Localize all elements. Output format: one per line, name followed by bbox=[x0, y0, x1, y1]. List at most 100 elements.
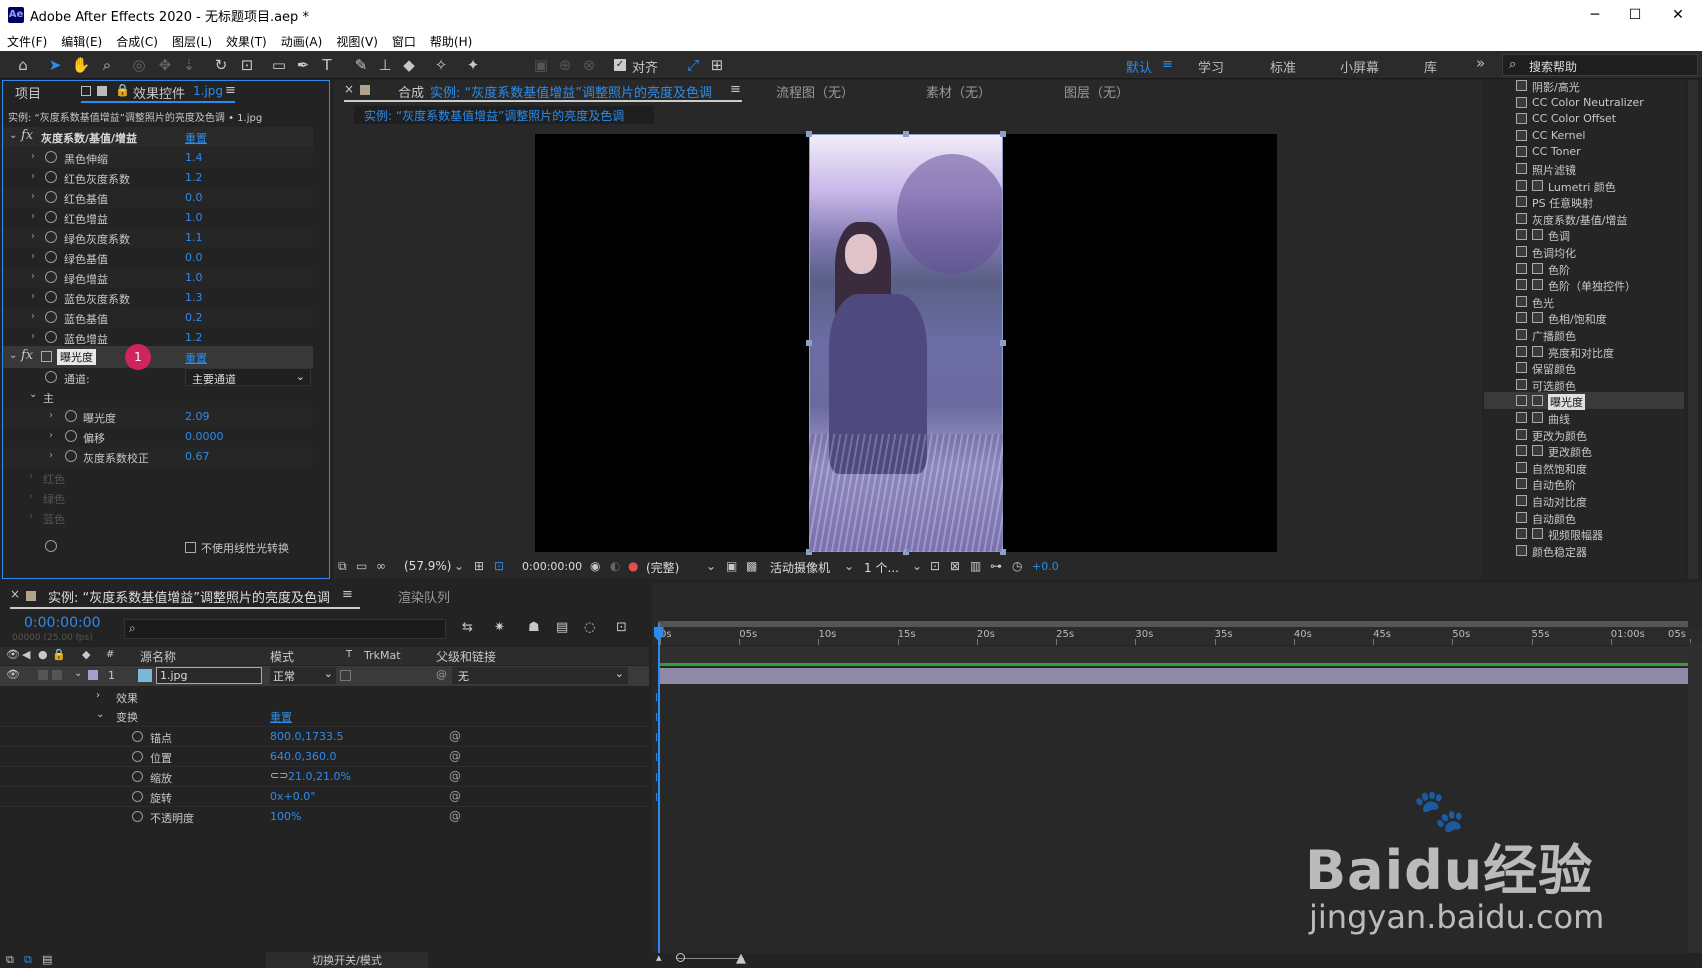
stopwatch-icon[interactable] bbox=[45, 540, 57, 552]
workspace-library[interactable]: 库 bbox=[1424, 57, 1437, 76]
stopwatch-icon[interactable] bbox=[132, 771, 143, 782]
selection-tool-icon[interactable]: ➤ bbox=[44, 55, 66, 75]
parent-dropdown[interactable]: 无 ⌄ bbox=[452, 667, 628, 684]
effect-list-item[interactable]: 可选颜色 bbox=[1484, 376, 1684, 393]
brush-tool-icon[interactable]: ✎ bbox=[350, 55, 372, 75]
stopwatch-icon[interactable] bbox=[45, 171, 57, 183]
effect-list-item[interactable]: CC Toner bbox=[1484, 143, 1684, 160]
param-value[interactable]: 1.4 bbox=[185, 151, 203, 164]
comp-viewer[interactable]: ⊕ bbox=[535, 131, 1277, 555]
param-value[interactable]: 1.0 bbox=[185, 271, 203, 284]
stopwatch-icon[interactable] bbox=[65, 450, 77, 462]
param-value[interactable]: 1.3 bbox=[185, 291, 203, 304]
mask-visibility-icon[interactable]: ∞ bbox=[376, 559, 386, 573]
tab-flowchart[interactable]: 流程图（无） bbox=[776, 82, 854, 101]
expand-arrow-icon[interactable]: › bbox=[96, 690, 100, 701]
time-ruler[interactable]: 0s 05s 10s 15s 20s 25s 30s 35s 40s 45s 50s 55s 01:00… bbox=[652, 627, 1702, 645]
snapshot-icon[interactable]: ◉ bbox=[590, 559, 600, 573]
menu-view[interactable]: 视图(V) bbox=[329, 30, 385, 50]
zoom-slider-thumb[interactable] bbox=[676, 953, 685, 962]
tab-project[interactable]: 项目 bbox=[15, 83, 41, 102]
effect-list-item[interactable]: 色调均化 bbox=[1484, 243, 1684, 260]
workspace-standard[interactable]: 标准 bbox=[1270, 57, 1296, 76]
tab-effect-controls[interactable]: 效果控件 bbox=[133, 83, 185, 102]
toggle-transfer-icon[interactable]: ⧉ bbox=[24, 953, 32, 967]
param-value[interactable]: 0.0000 bbox=[185, 430, 224, 443]
prop-value[interactable]: 100% bbox=[270, 810, 301, 823]
panel-menu-icon[interactable]: ≡ bbox=[730, 82, 741, 97]
pickwhip-icon[interactable]: @ bbox=[436, 668, 447, 681]
transform-handle[interactable] bbox=[903, 131, 909, 137]
help-search-box[interactable]: ⌕ 搜索帮助 bbox=[1502, 54, 1698, 76]
effect-list-item[interactable]: 自动颜色 bbox=[1484, 509, 1684, 526]
audio-icon[interactable]: ◀ bbox=[22, 648, 30, 661]
effect-list-item[interactable]: CC Color Offset bbox=[1484, 110, 1684, 127]
effect-list-item[interactable]: 灰度系数/基值/增益 bbox=[1484, 210, 1684, 227]
toggle-switches-modes[interactable]: 切换开关/模式 bbox=[266, 952, 428, 968]
effect-list-item[interactable]: Lumetri 颜色 bbox=[1484, 177, 1684, 194]
menu-help[interactable]: 帮助(H) bbox=[423, 30, 479, 50]
menu-composition[interactable]: 合成(C) bbox=[109, 30, 165, 50]
zoom-tool-icon[interactable]: ⌕ bbox=[96, 55, 118, 75]
current-time[interactable]: 0:00:00:00 bbox=[522, 560, 582, 573]
snap-feature-icon[interactable]: ⊞ bbox=[706, 55, 728, 75]
label-icon[interactable]: ◆ bbox=[82, 648, 90, 661]
close-tab-icon[interactable]: × bbox=[10, 587, 20, 601]
effects-scrollbar[interactable] bbox=[1688, 80, 1698, 579]
clone-stamp-icon[interactable]: ⊥ bbox=[374, 55, 396, 75]
expand-arrow-icon[interactable]: ⌄ bbox=[9, 350, 17, 361]
effect-list-item[interactable]: 自动对比度 bbox=[1484, 492, 1684, 509]
zoom-slider[interactable] bbox=[676, 958, 744, 959]
effect-list-item[interactable]: 曝光度 bbox=[1484, 392, 1684, 411]
help-search-input[interactable]: 搜索帮助 bbox=[1529, 58, 1577, 75]
expand-arrow-icon[interactable]: › bbox=[49, 430, 53, 441]
tab-footage[interactable]: 素材（无） bbox=[926, 82, 991, 101]
frame-blending-icon[interactable]: ▤ bbox=[556, 620, 568, 635]
expand-arrow-icon[interactable]: › bbox=[31, 311, 35, 322]
toggle-layer-switches-icon[interactable]: ⧉ bbox=[6, 953, 14, 967]
panel-menu-icon[interactable]: ≡ bbox=[342, 587, 353, 602]
constrain-proportions-icon[interactable]: ⊂⊃ bbox=[270, 769, 288, 782]
snap-edge-icon[interactable]: ⤢ bbox=[682, 55, 704, 75]
expand-arrow-icon[interactable]: › bbox=[31, 211, 35, 222]
axis-world-icon[interactable]: ⊕ bbox=[554, 55, 576, 75]
rectangle-tool-icon[interactable]: ▭ bbox=[268, 55, 290, 75]
chevron-down-icon[interactable]: ⌄ bbox=[706, 559, 716, 573]
expand-arrow-icon[interactable]: ⌄ bbox=[29, 389, 37, 400]
stopwatch-icon[interactable] bbox=[45, 191, 57, 203]
stopwatch-icon[interactable] bbox=[45, 231, 57, 243]
effect-list-item[interactable]: 保留颜色 bbox=[1484, 359, 1684, 376]
comp-tab[interactable]: 实例: “灰度系数基值增益”调整照片的亮度及色调 bbox=[430, 82, 712, 101]
effect-controls-target[interactable]: 1.jpg bbox=[193, 84, 223, 98]
lock-icon[interactable] bbox=[81, 86, 91, 96]
flowchart-icon[interactable]: ⊶ bbox=[990, 559, 1002, 573]
effect-list-item[interactable]: CC Kernel bbox=[1484, 127, 1684, 144]
transparency-grid-icon[interactable]: ⊡ bbox=[494, 559, 504, 573]
channel-icon[interactable]: ● bbox=[628, 559, 638, 573]
effect-list-item[interactable]: 色阶（单独控件） bbox=[1484, 276, 1684, 293]
minimize-button[interactable]: ─ bbox=[1575, 4, 1615, 26]
menu-animation[interactable]: 动画(A) bbox=[274, 30, 330, 50]
color-group-row[interactable]: › 蓝色 bbox=[3, 508, 313, 528]
param-value[interactable]: 2.09 bbox=[185, 410, 210, 423]
eye-icon[interactable]: 👁 bbox=[6, 668, 20, 681]
expand-arrow-icon[interactable]: › bbox=[29, 511, 33, 522]
vr-icon[interactable]: ▭ bbox=[356, 559, 367, 573]
menu-effect[interactable]: 效果(T) bbox=[219, 30, 274, 50]
expand-arrow-icon[interactable]: › bbox=[31, 331, 35, 342]
expand-arrow-icon[interactable]: ⌄ bbox=[96, 709, 104, 720]
expand-arrow-icon[interactable]: › bbox=[31, 291, 35, 302]
effect-list-item[interactable]: 亮度和对比度 bbox=[1484, 343, 1684, 360]
hand-tool-icon[interactable]: ✋ bbox=[70, 55, 92, 75]
stopwatch-icon[interactable] bbox=[132, 791, 143, 802]
prop-value[interactable]: 800.0,1733.5 bbox=[270, 730, 343, 743]
expand-arrow-icon[interactable]: › bbox=[29, 491, 33, 502]
close-tab-icon[interactable]: × bbox=[344, 82, 354, 96]
type-tool-icon[interactable]: T bbox=[316, 55, 338, 75]
menu-edit[interactable]: 编辑(E) bbox=[54, 30, 109, 50]
stopwatch-icon[interactable] bbox=[45, 151, 57, 163]
param-value[interactable]: 1.1 bbox=[185, 231, 203, 244]
expression-pickwhip-icon[interactable]: @ bbox=[449, 789, 461, 803]
region-of-interest-icon[interactable]: ▣ bbox=[726, 559, 737, 573]
menu-layer[interactable]: 图层(L) bbox=[165, 30, 219, 50]
